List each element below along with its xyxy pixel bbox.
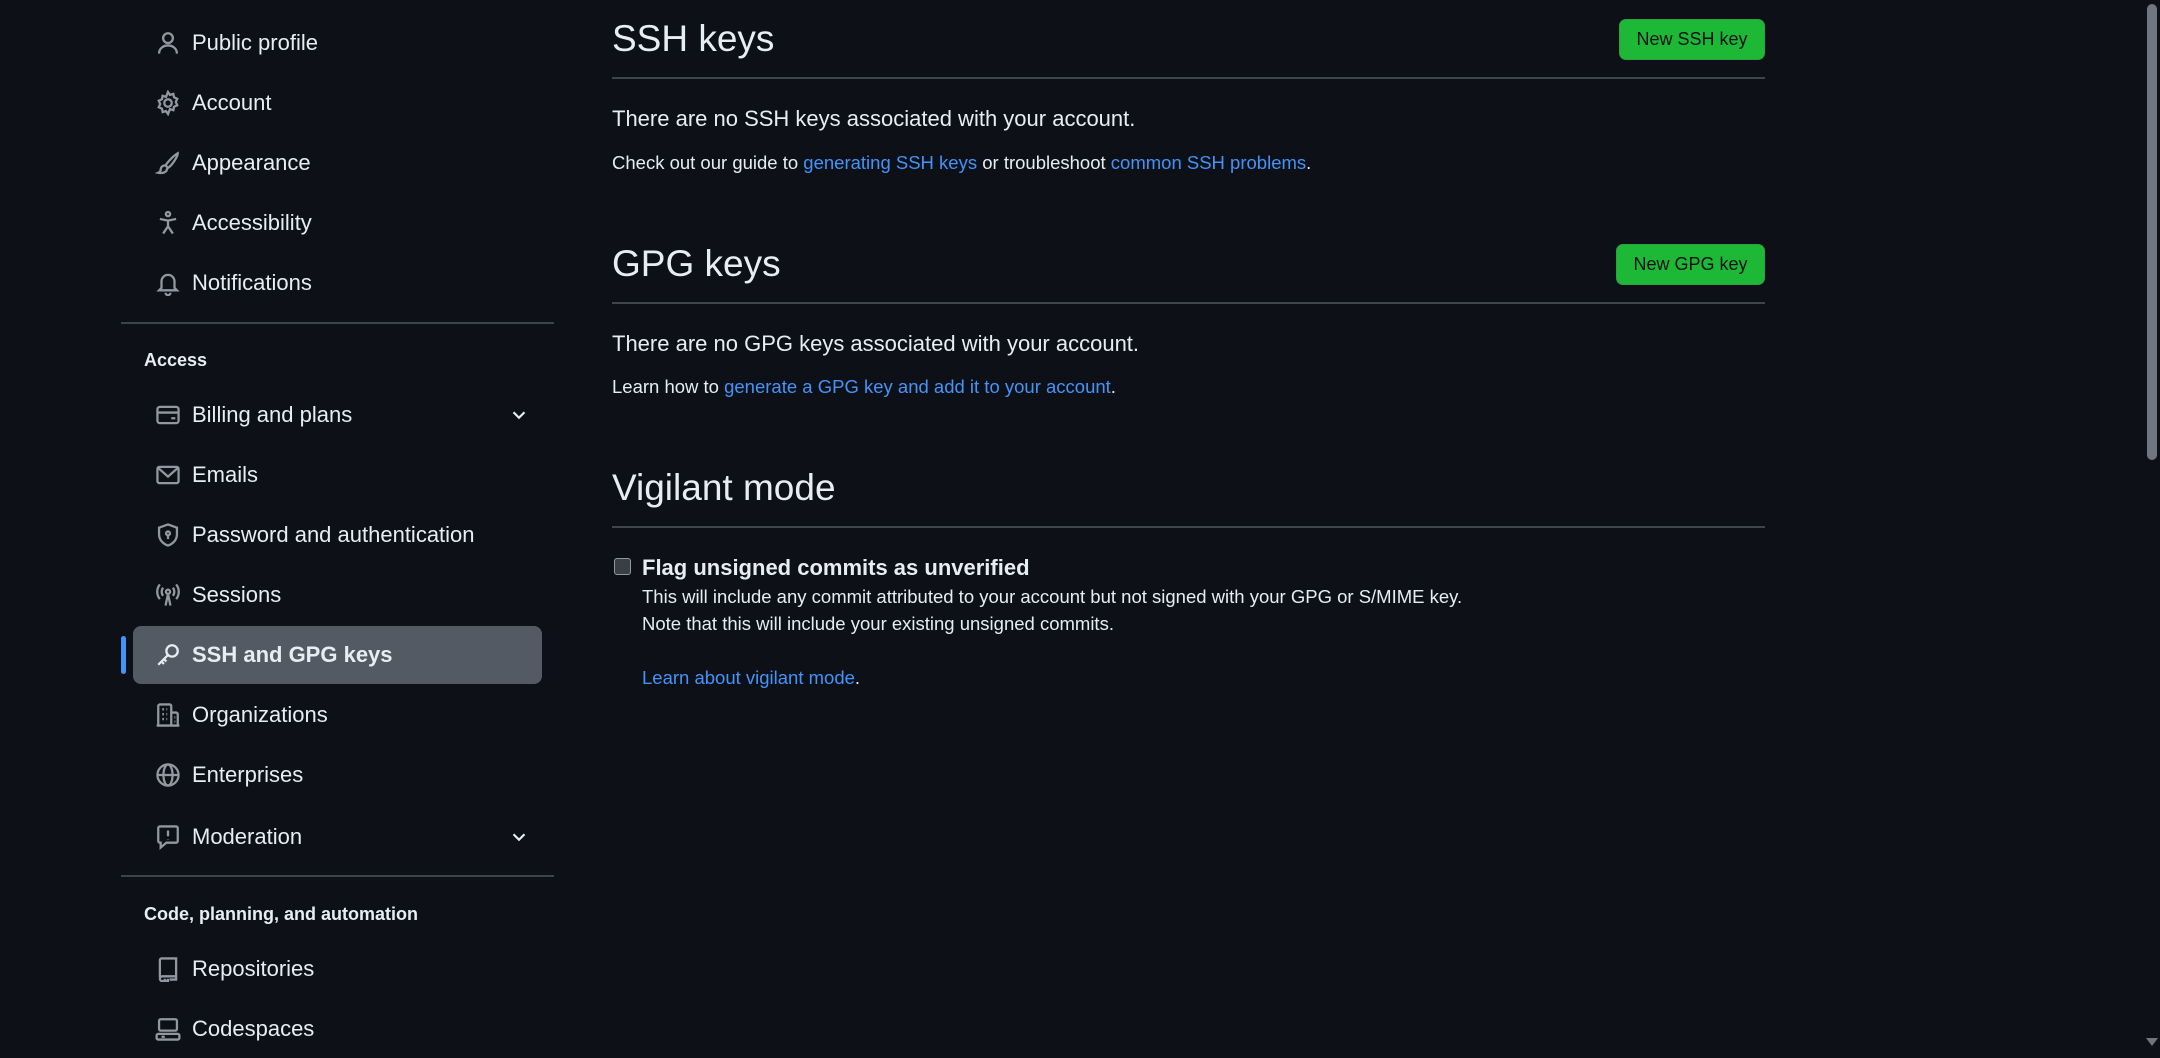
organization-icon (155, 702, 181, 728)
sidebar-section-access: Access (144, 350, 208, 370)
sidebar-item-label: Accessibility (192, 210, 312, 235)
section-divider (612, 302, 1765, 304)
flag-unsigned-commits-checkbox[interactable] (614, 558, 631, 575)
sidebar-item-label: Password and authentication (192, 522, 475, 547)
new-gpg-key-button[interactable]: New GPG key (1616, 244, 1765, 285)
generate-gpg-key-link[interactable]: generate a GPG key and add it to your ac… (724, 376, 1111, 397)
sidebar-item-label: Enterprises (192, 762, 304, 787)
guide-prefix: Check out our guide to (612, 152, 804, 173)
ssh-empty-message: There are no SSH keys associated with yo… (612, 106, 1136, 131)
vigilant-description-line1: This will include any commit attributed … (642, 586, 1463, 607)
guide-middle: or troubleshoot (977, 152, 1111, 173)
gear-icon (155, 90, 181, 116)
sidebar-item-account[interactable]: Account (133, 74, 542, 132)
active-indicator (121, 636, 126, 674)
generating-ssh-keys-link[interactable]: generating SSH keys (803, 152, 977, 173)
new-ssh-key-button[interactable]: New SSH key (1619, 19, 1765, 60)
sidebar-item-codespaces[interactable]: Codespaces (133, 1000, 542, 1058)
gpg-learn-text: Learn how to generate a GPG key and add … (612, 376, 1116, 398)
globe-icon (155, 762, 181, 788)
report-icon (155, 824, 181, 850)
common-ssh-problems-link[interactable]: common SSH problems (1111, 152, 1306, 173)
codespaces-icon (155, 1016, 181, 1042)
repo-icon (155, 956, 181, 982)
sidebar-item-public-profile[interactable]: Public profile (133, 14, 542, 72)
sidebar-item-sessions[interactable]: Sessions (133, 566, 542, 624)
sidebar-item-moderation[interactable]: Moderation (133, 808, 542, 866)
chevron-down-icon[interactable] (508, 404, 530, 426)
broadcast-icon (155, 582, 181, 608)
sidebar-item-password-auth[interactable]: Password and authentication (133, 506, 542, 564)
learn-prefix: Learn how to (612, 376, 725, 397)
sidebar-item-label: Account (192, 90, 272, 115)
sidebar-item-appearance[interactable]: Appearance (133, 134, 542, 192)
learn-suffix: . (1110, 376, 1116, 397)
sidebar-item-enterprises[interactable]: Enterprises (133, 746, 542, 804)
sidebar-item-label: Organizations (192, 702, 328, 727)
flag-unsigned-commits-label[interactable]: Flag unsigned commits as unverified (642, 555, 1030, 581)
sidebar-divider (121, 875, 554, 877)
sidebar-item-repositories[interactable]: Repositories (133, 940, 542, 998)
mail-icon (155, 462, 181, 488)
learn-vigilant-mode-link[interactable]: Learn about vigilant mode (642, 667, 855, 688)
scrollbar-thumb[interactable] (2147, 4, 2157, 460)
credit-card-icon (155, 402, 181, 428)
ssh-guide-text: Check out our guide to generating SSH ke… (612, 152, 1311, 174)
key-icon (155, 642, 181, 668)
sidebar-item-label: Emails (192, 462, 259, 487)
sidebar-item-label: Sessions (192, 582, 282, 607)
gpg-keys-heading: GPG keys (612, 243, 781, 284)
sidebar-item-label: SSH and GPG keys (192, 642, 393, 667)
learn-suffix: . (854, 667, 861, 688)
guide-suffix: . (1306, 152, 1312, 173)
sidebar-item-emails[interactable]: Emails (133, 446, 542, 504)
sidebar-item-billing[interactable]: Billing and plans (133, 386, 542, 444)
accessibility-icon (155, 210, 181, 236)
sidebar-item-label: Repositories (192, 956, 315, 981)
shield-lock-icon (155, 522, 181, 548)
sidebar-item-label: Notifications (192, 270, 312, 295)
sidebar-divider (121, 322, 554, 324)
sidebar-item-organizations[interactable]: Organizations (133, 686, 542, 744)
gpg-empty-message: There are no GPG keys associated with yo… (612, 331, 1140, 356)
person-icon (155, 30, 181, 56)
sidebar-item-label: Public profile (192, 30, 318, 55)
vigilant-learn-text: Learn about vigilant mode. (642, 667, 860, 689)
vigilant-mode-heading: Vigilant mode (612, 467, 836, 508)
paintbrush-icon (155, 150, 181, 176)
section-divider (612, 77, 1765, 79)
chevron-down-icon[interactable] (508, 826, 530, 848)
sidebar-item-label: Moderation (192, 824, 303, 849)
sidebar-item-ssh-gpg-keys[interactable]: SSH and GPG keys (133, 626, 542, 684)
sidebar-item-label: Billing and plans (192, 402, 353, 427)
page-scrollbar[interactable] (2143, 0, 2160, 1050)
scroll-down-arrow-icon[interactable] (2146, 1038, 2158, 1046)
sidebar-item-label: Appearance (192, 150, 311, 175)
sidebar-section-code: Code, planning, and automation (144, 904, 418, 924)
section-divider (612, 526, 1765, 528)
ssh-keys-heading: SSH keys (612, 18, 775, 59)
sidebar-item-accessibility[interactable]: Accessibility (133, 194, 542, 252)
sidebar-item-notifications[interactable]: Notifications (133, 254, 542, 312)
bell-icon (155, 270, 181, 296)
sidebar-item-label: Codespaces (192, 1016, 315, 1041)
vigilant-description-line2: Note that this will include your existin… (642, 613, 1114, 634)
